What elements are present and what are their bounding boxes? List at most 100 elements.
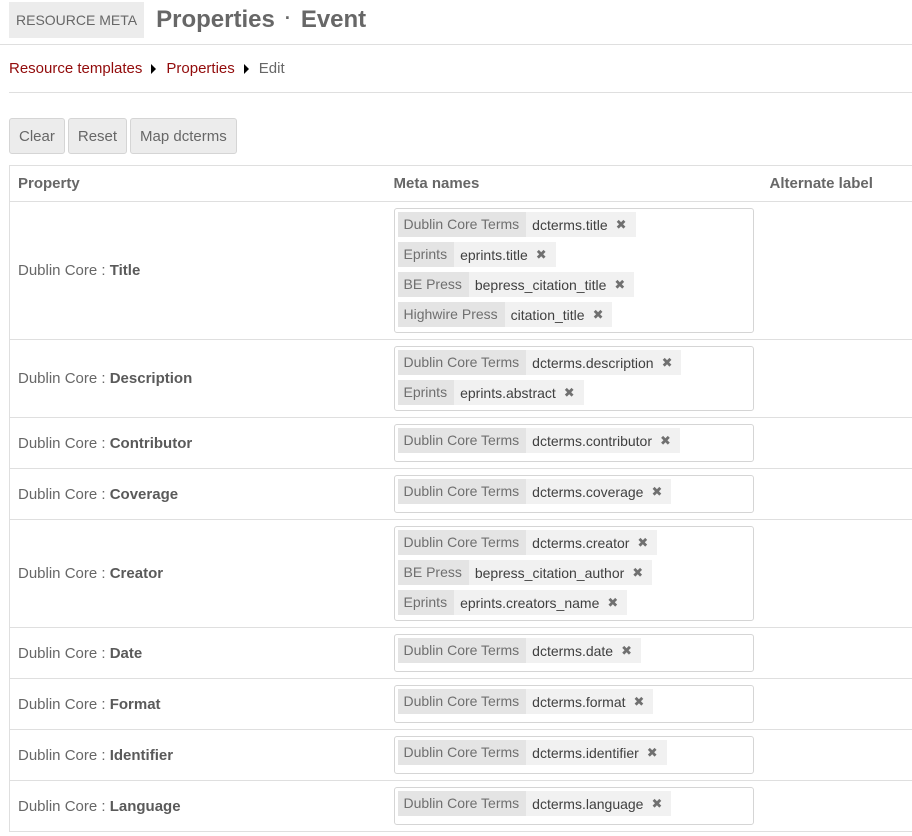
- remove-tag-icon[interactable]: ✖: [660, 355, 682, 371]
- meta-names-cell: Dublin Core Terms dcterms.title ✖ Eprints ep…: [385, 201, 762, 340]
- meta-names-cell: Dublin Core Terms dcterms.description ✖ Epr…: [385, 339, 762, 418]
- meta-names-select[interactable]: Dublin Core Terms dcterms.description ✖ Epr…: [393, 346, 754, 411]
- clear-button[interactable]: Clear: [9, 118, 65, 154]
- property-name: Identifier: [109, 746, 174, 764]
- tag-vocabulary: Eprints: [397, 590, 455, 615]
- remove-tag-icon[interactable]: ✖: [658, 433, 680, 449]
- breadcrumb-properties[interactable]: Properties: [166, 60, 234, 77]
- property-vocabulary: Dublin Core :: [18, 746, 106, 764]
- meta-name-tag: BE Press bepress_citation_title ✖: [397, 272, 635, 297]
- table-row: Dublin Core : Format Dublin Core Terms dct…: [9, 678, 912, 730]
- meta-names-select[interactable]: Dublin Core Terms dcterms.title ✖ Eprints ep…: [393, 208, 754, 333]
- tag-term: dcterms.description: [532, 354, 654, 371]
- tag-row: Dublin Core Terms dcterms.contributor ✖: [397, 428, 750, 458]
- remove-tag-icon[interactable]: ✖: [612, 277, 634, 293]
- property-name: Format: [109, 695, 161, 713]
- meta-names-select[interactable]: Dublin Core Terms dcterms.date ✖: [393, 634, 754, 672]
- breadcrumb-resource-templates[interactable]: Resource templates: [9, 60, 142, 77]
- meta-names-select[interactable]: Dublin Core Terms dcterms.format ✖: [393, 685, 754, 723]
- property-vocabulary: Dublin Core :: [18, 644, 106, 662]
- meta-names-cell: Dublin Core Terms dcterms.identifier ✖: [385, 729, 762, 781]
- meta-name-tag: Eprints eprints.abstract ✖: [397, 380, 584, 405]
- alternate-label-cell[interactable]: [761, 468, 912, 520]
- property-cell: Dublin Core : Creator: [9, 519, 386, 628]
- property-vocabulary: Dublin Core :: [18, 485, 106, 503]
- property-cell: Dublin Core : Description: [9, 339, 386, 418]
- remove-tag-icon[interactable]: ✖: [614, 217, 636, 233]
- table-row: Dublin Core : Title Dublin Core Terms dcte…: [9, 201, 912, 340]
- properties-table: Property Meta names Alternate label Dubl…: [9, 165, 912, 832]
- property-vocabulary: Dublin Core :: [18, 565, 106, 582]
- tag-term: bepress_citation_author: [474, 564, 625, 581]
- page-title-main: Properties: [156, 6, 275, 33]
- meta-names-select[interactable]: Dublin Core Terms dcterms.creator ✖ BE Pres…: [393, 526, 754, 621]
- meta-names-select[interactable]: Dublin Core Terms dcterms.identifier ✖: [393, 736, 754, 774]
- meta-names-cell: Dublin Core Terms dcterms.language ✖: [385, 780, 762, 832]
- table-row: Dublin Core : Date Dublin Core Terms dcter…: [9, 627, 912, 679]
- tag-row: Dublin Core Terms dcterms.coverage ✖: [397, 479, 750, 509]
- property-vocabulary: Dublin Core :: [18, 695, 106, 713]
- remove-tag-icon[interactable]: ✖: [645, 745, 667, 761]
- table-row: Dublin Core : Creator Dublin Core Terms dc…: [9, 519, 912, 628]
- map-dcterms-button[interactable]: Map dcterms: [130, 118, 237, 154]
- toolbar: Clear Reset Map dcterms: [9, 118, 912, 154]
- meta-names-select[interactable]: Dublin Core Terms dcterms.coverage ✖: [393, 475, 754, 513]
- remove-tag-icon[interactable]: ✖: [630, 565, 652, 581]
- tag-vocabulary: Dublin Core Terms: [397, 212, 527, 237]
- property-label: Dublin Core : Language: [18, 798, 181, 815]
- meta-name-tag: Dublin Core Terms dcterms.identifier ✖: [397, 740, 667, 765]
- property-name: Creator: [109, 565, 164, 582]
- alternate-label-cell[interactable]: [761, 627, 912, 679]
- tag-vocabulary: BE Press: [397, 560, 469, 585]
- column-header-property: Property: [9, 165, 386, 202]
- property-name: Date: [109, 644, 143, 662]
- remove-tag-icon[interactable]: ✖: [605, 595, 627, 611]
- tag-term: bepress_citation_title: [474, 276, 607, 293]
- tag-term: dcterms.identifier: [532, 744, 639, 761]
- property-cell: Dublin Core : Coverage: [9, 468, 386, 520]
- property-cell: Dublin Core : Date: [9, 627, 386, 679]
- property-cell: Dublin Core : Identifier: [9, 729, 386, 781]
- property-vocabulary: Dublin Core :: [18, 434, 106, 452]
- remove-tag-icon[interactable]: ✖: [649, 796, 671, 812]
- tag-row: Dublin Core Terms dcterms.language ✖: [397, 791, 750, 821]
- remove-tag-icon[interactable]: ✖: [635, 535, 657, 551]
- tag-term: dcterms.contributor: [532, 432, 652, 449]
- remove-tag-icon[interactable]: ✖: [591, 307, 613, 323]
- meta-name-tag: BE Press bepress_citation_author ✖: [397, 560, 653, 585]
- tag-row: Eprints eprints.abstract ✖: [397, 380, 750, 410]
- breadcrumb-current: Edit: [258, 60, 285, 77]
- alternate-label-cell[interactable]: [761, 339, 912, 418]
- alternate-label-cell[interactable]: [761, 417, 912, 469]
- title-separator: ·: [284, 8, 291, 28]
- meta-name-tag: Dublin Core Terms dcterms.language ✖: [397, 791, 672, 816]
- tag-term: dcterms.coverage: [532, 483, 644, 500]
- tag-vocabulary: Dublin Core Terms: [397, 791, 527, 816]
- remove-tag-icon[interactable]: ✖: [649, 484, 671, 500]
- remove-tag-icon[interactable]: ✖: [534, 247, 556, 263]
- tag-row: Highwire Press citation_title ✖: [397, 302, 750, 332]
- tag-row: Dublin Core Terms dcterms.identifier ✖: [397, 740, 750, 770]
- meta-names-select[interactable]: Dublin Core Terms dcterms.contributor ✖: [393, 424, 754, 462]
- tag-vocabulary: Dublin Core Terms: [397, 479, 527, 504]
- alternate-label-cell[interactable]: [761, 519, 912, 628]
- meta-names-cell: Dublin Core Terms dcterms.coverage ✖: [385, 468, 762, 520]
- column-header-meta-names: Meta names: [385, 165, 762, 202]
- page-title-sub: Event: [300, 6, 367, 33]
- remove-tag-icon[interactable]: ✖: [619, 643, 641, 659]
- meta-name-tag: Dublin Core Terms dcterms.contributor ✖: [397, 428, 680, 453]
- remove-tag-icon[interactable]: ✖: [632, 694, 654, 710]
- alternate-label-cell[interactable]: [761, 729, 912, 781]
- tag-term: dcterms.format: [532, 693, 626, 710]
- table-row: Dublin Core : Contributor Dublin Core Ter…: [9, 417, 912, 469]
- meta-name-tag: Dublin Core Terms dcterms.date ✖: [397, 638, 642, 663]
- table-row: Dublin Core : Identifier Dublin Core Term…: [9, 729, 912, 781]
- remove-tag-icon[interactable]: ✖: [562, 385, 584, 401]
- alternate-label-cell[interactable]: [761, 678, 912, 730]
- property-name: Contributor: [109, 434, 193, 452]
- property-cell: Dublin Core : Title: [9, 201, 386, 340]
- meta-names-select[interactable]: Dublin Core Terms dcterms.language ✖: [393, 787, 754, 825]
- reset-button[interactable]: Reset: [67, 118, 128, 154]
- alternate-label-cell[interactable]: [761, 201, 912, 340]
- alternate-label-cell[interactable]: [761, 780, 912, 832]
